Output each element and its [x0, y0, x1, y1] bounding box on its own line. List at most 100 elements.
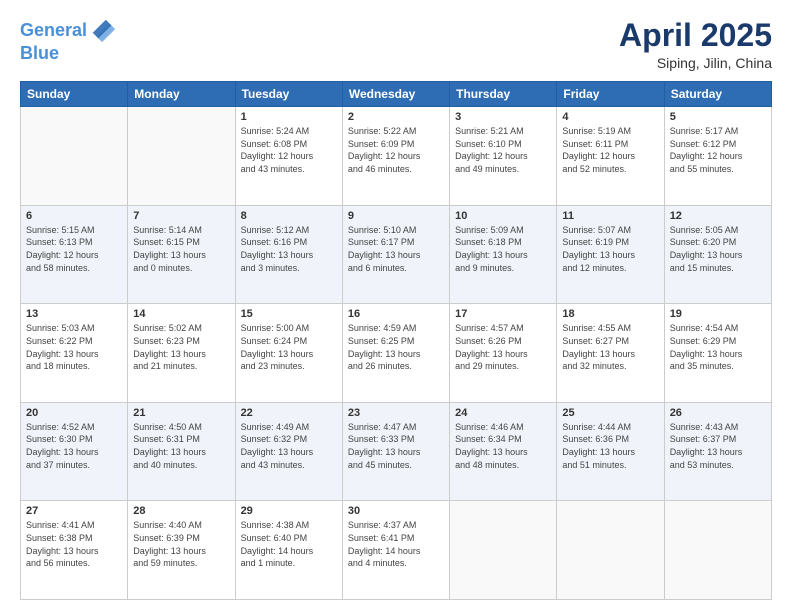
day-info: Sunrise: 5:05 AMSunset: 6:20 PMDaylight:… [670, 224, 766, 274]
day-number: 19 [670, 308, 766, 320]
calendar-cell: 9 Sunrise: 5:10 AMSunset: 6:17 PMDaylight… [342, 205, 449, 304]
day-info: Sunrise: 4:59 AMSunset: 6:25 PMDaylight:… [348, 322, 444, 372]
day-info: Sunrise: 4:47 AMSunset: 6:33 PMDaylight:… [348, 421, 444, 471]
weekday-header-monday: Monday [128, 82, 235, 107]
weekday-header-saturday: Saturday [664, 82, 771, 107]
day-info: Sunrise: 5:00 AMSunset: 6:24 PMDaylight:… [241, 322, 337, 372]
week-row-5: 27Sunrise: 4:41 AMSunset: 6:38 PMDayligh… [21, 501, 772, 600]
logo-icon [89, 16, 117, 44]
day-info: Sunrise: 5:02 AMSunset: 6:23 PMDaylight:… [133, 322, 229, 372]
day-info: Sunrise: 4:50 AMSunset: 6:31 PMDaylight:… [133, 421, 229, 471]
day-number: 26 [670, 407, 766, 419]
day-number: 20 [26, 407, 122, 419]
day-info: Sunrise: 4:57 AMSunset: 6:26 PMDaylight:… [455, 322, 551, 372]
day-number: 14 [133, 308, 229, 320]
day-number: 9 [348, 210, 444, 222]
weekday-header-tuesday: Tuesday [235, 82, 342, 107]
day-info: Sunrise: 5:03 AMSunset: 6:22 PMDaylight:… [26, 322, 122, 372]
weekday-header-friday: Friday [557, 82, 664, 107]
logo-text: General [20, 21, 87, 41]
day-info: Sunrise: 4:44 AMSunset: 6:36 PMDaylight:… [562, 421, 658, 471]
calendar-cell [557, 501, 664, 600]
title-block: April 2025 Siping, Jilin, China [619, 18, 772, 71]
calendar-cell: 12Sunrise: 5:05 AMSunset: 6:20 PMDayligh… [664, 205, 771, 304]
day-number: 4 [562, 111, 658, 123]
calendar-cell: 3 Sunrise: 5:21 AMSunset: 6:10 PMDaylight… [450, 107, 557, 206]
day-number: 5 [670, 111, 766, 123]
calendar-cell: 25 Sunrise: 4:44 AMSunset: 6:36 PMDayligh… [557, 402, 664, 501]
day-info: Sunrise: 4:37 AMSunset: 6:41 PMDaylight:… [348, 519, 444, 569]
calendar-cell: 23 Sunrise: 4:47 AMSunset: 6:33 PMDayligh… [342, 402, 449, 501]
day-info: Sunrise: 5:19 AMSunset: 6:11 PMDaylight:… [562, 125, 658, 175]
day-number: 30 [348, 505, 444, 517]
calendar-cell: 4 Sunrise: 5:19 AMSunset: 6:11 PMDaylight… [557, 107, 664, 206]
calendar-cell: 2 Sunrise: 5:22 AMSunset: 6:09 PMDaylight… [342, 107, 449, 206]
weekday-header-sunday: Sunday [21, 82, 128, 107]
day-info: Sunrise: 5:09 AMSunset: 6:18 PMDaylight:… [455, 224, 551, 274]
day-info: Sunrise: 5:07 AMSunset: 6:19 PMDaylight:… [562, 224, 658, 274]
day-number: 2 [348, 111, 444, 123]
calendar-cell: 20 Sunrise: 4:52 AMSunset: 6:30 PMDayligh… [21, 402, 128, 501]
day-number: 28 [133, 505, 229, 517]
calendar-cell: 7 Sunrise: 5:14 AMSunset: 6:15 PMDaylight… [128, 205, 235, 304]
day-number: 3 [455, 111, 551, 123]
day-number: 18 [562, 308, 658, 320]
day-number: 8 [241, 210, 337, 222]
day-info: Sunrise: 4:52 AMSunset: 6:30 PMDaylight:… [26, 421, 122, 471]
calendar-cell: 11 Sunrise: 5:07 AMSunset: 6:19 PMDayligh… [557, 205, 664, 304]
day-number: 21 [133, 407, 229, 419]
calendar-cell [664, 501, 771, 600]
calendar-cell: 1 Sunrise: 5:24 AMSunset: 6:08 PMDaylight… [235, 107, 342, 206]
calendar-cell: 27Sunrise: 4:41 AMSunset: 6:38 PMDayligh… [21, 501, 128, 600]
calendar-cell: 21 Sunrise: 4:50 AMSunset: 6:31 PMDayligh… [128, 402, 235, 501]
calendar-cell: 14 Sunrise: 5:02 AMSunset: 6:23 PMDayligh… [128, 304, 235, 403]
day-info: Sunrise: 5:21 AMSunset: 6:10 PMDaylight:… [455, 125, 551, 175]
calendar-cell: 30 Sunrise: 4:37 AMSunset: 6:41 PMDayligh… [342, 501, 449, 600]
day-number: 24 [455, 407, 551, 419]
day-number: 23 [348, 407, 444, 419]
calendar-title: April 2025 [619, 18, 772, 53]
day-info: Sunrise: 4:54 AMSunset: 6:29 PMDaylight:… [670, 322, 766, 372]
day-info: Sunrise: 5:10 AMSunset: 6:17 PMDaylight:… [348, 224, 444, 274]
day-info: Sunrise: 5:17 AMSunset: 6:12 PMDaylight:… [670, 125, 766, 175]
calendar-cell: 13 Sunrise: 5:03 AMSunset: 6:22 PMDayligh… [21, 304, 128, 403]
day-number: 17 [455, 308, 551, 320]
day-number: 1 [241, 111, 337, 123]
calendar-cell: 16Sunrise: 4:59 AMSunset: 6:25 PMDayligh… [342, 304, 449, 403]
calendar-cell: 6Sunrise: 5:15 AMSunset: 6:13 PMDaylight… [21, 205, 128, 304]
calendar-cell: 18 Sunrise: 4:55 AMSunset: 6:27 PMDayligh… [557, 304, 664, 403]
day-info: Sunrise: 4:38 AMSunset: 6:40 PMDaylight:… [241, 519, 337, 569]
day-info: Sunrise: 4:49 AMSunset: 6:32 PMDaylight:… [241, 421, 337, 471]
calendar-cell: 29 Sunrise: 4:38 AMSunset: 6:40 PMDayligh… [235, 501, 342, 600]
day-info: Sunrise: 4:43 AMSunset: 6:37 PMDaylight:… [670, 421, 766, 471]
day-number: 6 [26, 210, 122, 222]
day-info: Sunrise: 5:14 AMSunset: 6:15 PMDaylight:… [133, 224, 229, 274]
weekday-header-wednesday: Wednesday [342, 82, 449, 107]
day-number: 11 [562, 210, 658, 222]
day-info: Sunrise: 4:46 AMSunset: 6:34 PMDaylight:… [455, 421, 551, 471]
calendar-cell: 28Sunrise: 4:40 AMSunset: 6:39 PMDayligh… [128, 501, 235, 600]
day-info: Sunrise: 4:41 AMSunset: 6:38 PMDaylight:… [26, 519, 122, 569]
calendar-cell: 22 Sunrise: 4:49 AMSunset: 6:32 PMDayligh… [235, 402, 342, 501]
calendar-table: SundayMondayTuesdayWednesdayThursdayFrid… [20, 81, 772, 600]
day-number: 13 [26, 308, 122, 320]
day-info: Sunrise: 5:24 AMSunset: 6:08 PMDaylight:… [241, 125, 337, 175]
weekday-header-thursday: Thursday [450, 82, 557, 107]
calendar-page: General Blue April 2025 Siping, Jilin, C… [0, 0, 792, 612]
logo-text2: Blue [20, 44, 117, 64]
day-number: 15 [241, 308, 337, 320]
week-row-2: 6Sunrise: 5:15 AMSunset: 6:13 PMDaylight… [21, 205, 772, 304]
day-info: Sunrise: 4:55 AMSunset: 6:27 PMDaylight:… [562, 322, 658, 372]
logo: General Blue [20, 18, 117, 64]
day-number: 10 [455, 210, 551, 222]
day-number: 22 [241, 407, 337, 419]
day-number: 25 [562, 407, 658, 419]
week-row-3: 13 Sunrise: 5:03 AMSunset: 6:22 PMDayligh… [21, 304, 772, 403]
day-info: Sunrise: 5:22 AMSunset: 6:09 PMDaylight:… [348, 125, 444, 175]
calendar-cell: 26 Sunrise: 4:43 AMSunset: 6:37 PMDayligh… [664, 402, 771, 501]
day-number: 7 [133, 210, 229, 222]
day-number: 29 [241, 505, 337, 517]
calendar-cell: 19 Sunrise: 4:54 AMSunset: 6:29 PMDayligh… [664, 304, 771, 403]
calendar-cell: 15 Sunrise: 5:00 AMSunset: 6:24 PMDayligh… [235, 304, 342, 403]
calendar-cell [128, 107, 235, 206]
